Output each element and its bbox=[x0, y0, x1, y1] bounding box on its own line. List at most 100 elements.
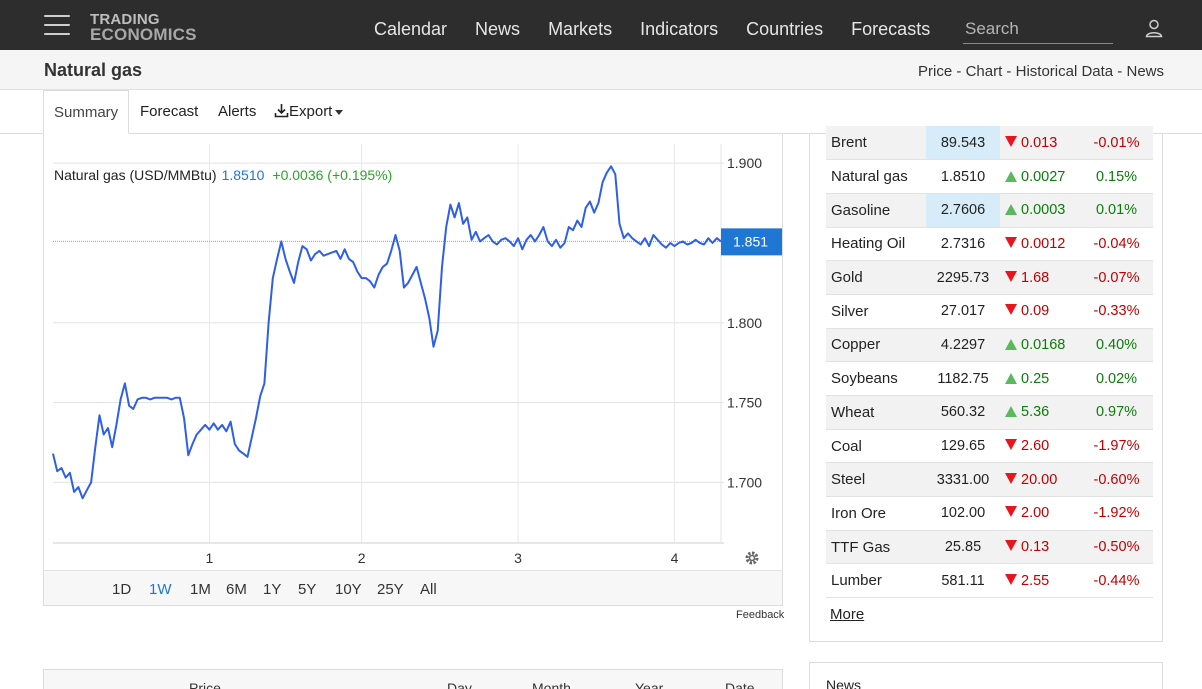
range-6m[interactable]: 6M bbox=[226, 581, 247, 598]
data-point bbox=[496, 244, 498, 246]
range-1m[interactable]: 1M bbox=[190, 581, 211, 598]
change-value: 5.36 bbox=[1021, 404, 1050, 421]
arrow-down-icon bbox=[1005, 270, 1017, 282]
data-point bbox=[369, 280, 371, 282]
tab-alerts[interactable]: Alerts bbox=[208, 90, 266, 134]
feedback-link[interactable]: Feedback bbox=[736, 609, 784, 621]
news-panel: News bbox=[809, 662, 1163, 689]
data-point bbox=[225, 430, 227, 432]
commodity-price: 581.11 bbox=[926, 563, 1000, 599]
commodity-name[interactable]: Gasoline bbox=[826, 193, 926, 228]
range-1y[interactable]: 1Y bbox=[263, 581, 281, 598]
user-icon[interactable] bbox=[1144, 18, 1164, 38]
tab-summary[interactable]: Summary bbox=[43, 90, 130, 134]
range-10y[interactable]: 10Y bbox=[335, 581, 362, 598]
commodity-name[interactable]: Wheat bbox=[826, 395, 926, 430]
export-label: Export bbox=[289, 103, 333, 120]
commodity-name[interactable]: Coal bbox=[826, 429, 926, 464]
search-input[interactable] bbox=[963, 14, 1113, 44]
commodity-name[interactable]: Lumber bbox=[826, 563, 926, 599]
commodity-name[interactable]: TTF Gas bbox=[826, 530, 926, 565]
range-1d[interactable]: 1D bbox=[112, 581, 131, 598]
range-1w[interactable]: 1W bbox=[149, 581, 172, 598]
commodity-name[interactable]: Heating Oil bbox=[826, 227, 926, 262]
more-link[interactable]: More bbox=[830, 606, 864, 623]
data-point bbox=[635, 240, 637, 242]
price-chart[interactable]: 1.700 1.750 1.800 1.900 1 2 3 4 1.851 Natural … bbox=[44, 134, 782, 570]
commodity-name[interactable]: Soybeans bbox=[826, 361, 926, 396]
table-row[interactable]: Copper 4.2297 0.0168 0.40% bbox=[826, 328, 1153, 363]
data-point bbox=[555, 239, 557, 241]
table-row[interactable]: Soybeans 1182.75 0.25 0.02% bbox=[826, 361, 1153, 396]
commodity-name[interactable]: Gold bbox=[826, 260, 926, 295]
nav-forecasts[interactable]: Forecasts bbox=[837, 0, 944, 50]
commodities-table: Brent 89.543 0.013 -0.01% Natural gas 1.8510 0… bbox=[826, 126, 1153, 599]
chevron-down-icon bbox=[335, 109, 344, 115]
x-tick-label: 2 bbox=[358, 550, 366, 566]
commodity-name[interactable]: Brent bbox=[826, 126, 926, 161]
table-row[interactable]: Natural gas 1.8510 0.0027 0.15% bbox=[826, 159, 1153, 194]
data-point bbox=[170, 398, 172, 400]
table-row[interactable]: Heating Oil 2.7316 0.0012 -0.04% bbox=[826, 227, 1153, 262]
link-news[interactable]: News bbox=[1126, 63, 1164, 80]
data-point bbox=[576, 220, 578, 222]
sub-header: Natural gas Price - Chart - Historical D… bbox=[0, 50, 1202, 90]
link-price[interactable]: Price bbox=[918, 63, 952, 80]
change-value: 0.09 bbox=[1021, 303, 1050, 320]
nav-indicators[interactable]: Indicators bbox=[626, 0, 732, 50]
data-point bbox=[94, 446, 96, 448]
data-point bbox=[247, 456, 249, 458]
table-row[interactable]: Steel 3331.00 20.00 -0.60% bbox=[826, 462, 1153, 498]
data-point bbox=[251, 437, 253, 439]
table-row[interactable]: TTF Gas 25.85 0.13 -0.50% bbox=[826, 530, 1153, 565]
gear-icon[interactable] bbox=[745, 551, 759, 565]
commodity-name[interactable]: Steel bbox=[826, 462, 926, 498]
data-point bbox=[344, 248, 346, 250]
data-point bbox=[619, 223, 621, 225]
data-point bbox=[107, 427, 109, 429]
nav-calendar[interactable]: Calendar bbox=[360, 0, 461, 50]
data-point bbox=[657, 239, 659, 241]
link-chart[interactable]: Chart bbox=[966, 63, 1003, 80]
table-row[interactable]: Brent 89.543 0.013 -0.01% bbox=[826, 126, 1153, 161]
export-button[interactable]: Export bbox=[264, 90, 353, 134]
range-25y[interactable]: 25Y bbox=[377, 581, 404, 598]
y-tick-label: 1.750 bbox=[727, 395, 762, 411]
range-all[interactable]: All bbox=[420, 581, 437, 598]
nav-markets[interactable]: Markets bbox=[534, 0, 626, 50]
data-point bbox=[310, 260, 312, 262]
nav-countries[interactable]: Countries bbox=[732, 0, 837, 50]
data-point bbox=[433, 346, 435, 348]
data-point bbox=[272, 277, 274, 279]
commodity-name[interactable]: Iron Ore bbox=[826, 496, 926, 531]
table-row[interactable]: Wheat 560.32 5.36 0.97% bbox=[826, 395, 1153, 430]
data-point bbox=[192, 443, 194, 445]
table-row[interactable]: Iron Ore 102.00 2.00 -1.92% bbox=[826, 496, 1153, 531]
table-row[interactable]: Gasoline 2.7606 0.0003 0.01% bbox=[826, 193, 1153, 228]
commodity-change: 1.68 bbox=[1000, 260, 1080, 295]
tab-forecast[interactable]: Forecast bbox=[130, 90, 208, 134]
logo[interactable]: TRADING ECONOMICS bbox=[90, 12, 197, 43]
data-point bbox=[530, 234, 532, 236]
table-row[interactable]: Lumber 581.11 2.55 -0.44% bbox=[826, 563, 1153, 599]
nav-news[interactable]: News bbox=[461, 0, 534, 50]
data-point bbox=[585, 207, 587, 209]
table-row[interactable]: Gold 2295.73 1.68 -0.07% bbox=[826, 260, 1153, 295]
data-point bbox=[204, 424, 206, 426]
commodity-name[interactable]: Silver bbox=[826, 294, 926, 329]
change-value: 0.0168 bbox=[1021, 336, 1066, 353]
data-point bbox=[365, 277, 367, 279]
data-point bbox=[242, 453, 244, 455]
commodity-name[interactable]: Copper bbox=[826, 328, 926, 363]
commodity-name[interactable]: Natural gas bbox=[826, 159, 926, 194]
quotes-table-header: Price Day Month Year Date bbox=[43, 669, 783, 689]
range-5y[interactable]: 5Y bbox=[298, 581, 316, 598]
commodity-price: 2.7316 bbox=[926, 227, 1000, 262]
link-historical-data[interactable]: Historical Data bbox=[1016, 63, 1114, 80]
change-value: 2.55 bbox=[1021, 572, 1050, 589]
table-row[interactable]: Coal 129.65 2.60 -1.97% bbox=[826, 429, 1153, 464]
arrow-down-icon bbox=[1005, 506, 1017, 518]
data-point bbox=[686, 244, 688, 246]
table-row[interactable]: Silver 27.017 0.09 -0.33% bbox=[826, 294, 1153, 329]
menu-icon[interactable] bbox=[44, 15, 70, 37]
